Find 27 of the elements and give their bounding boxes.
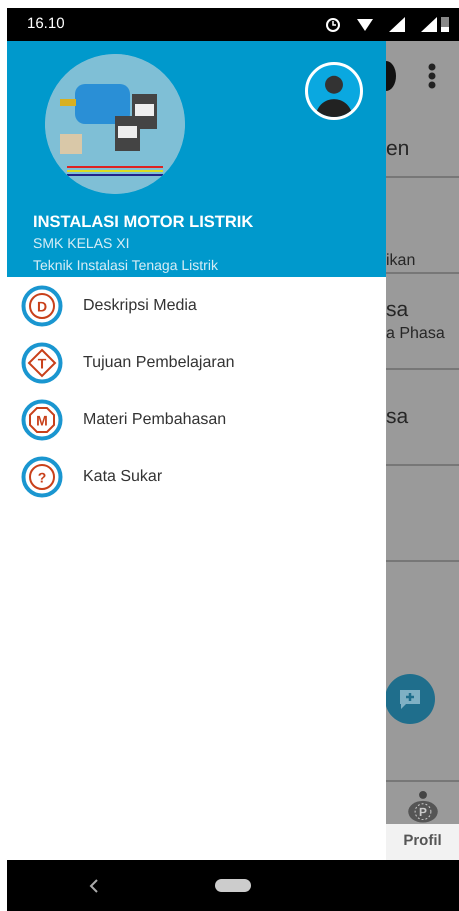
signal-icon (421, 17, 437, 32)
home-button[interactable] (215, 879, 251, 892)
badge-icon: T (21, 342, 63, 384)
app-caption: Teknik Instalasi Tenaga Listrik (33, 256, 219, 275)
signal-icon (389, 17, 405, 32)
list-item-subtitle: a Phasa (386, 324, 446, 344)
list-item-title: sa (386, 404, 410, 430)
drawer-menu-item[interactable]: ? Kata Sukar (7, 448, 386, 505)
battery-icon (441, 17, 449, 32)
tab-label: en (386, 136, 410, 162)
drawer-menu-item[interactable]: M Materi Pembahasan (7, 391, 386, 448)
overflow-menu-icon (428, 63, 436, 89)
badge-icon: ? (21, 456, 63, 498)
add-comment-icon (398, 687, 422, 711)
alarm-icon (325, 16, 341, 32)
list-item-title: sa (386, 297, 410, 323)
drawer-menu-item[interactable]: T Tujuan Pembelajaran (7, 334, 386, 391)
bottom-nav-tab[interactable]: Profil (386, 824, 459, 860)
badge-icon: M (21, 398, 63, 440)
app-title: INSTALASI MOTOR LISTRIK (33, 212, 254, 232)
drawer-menu-item[interactable]: D Deskripsi Media (7, 277, 386, 334)
app-subtitle: SMK KELAS XI (33, 234, 130, 253)
wifi-icon (357, 18, 373, 30)
back-icon[interactable] (89, 878, 99, 892)
badge-icon: D (21, 284, 63, 326)
status-time: 16.10 (27, 14, 65, 34)
list-item-subtitle: ikan (386, 251, 416, 271)
